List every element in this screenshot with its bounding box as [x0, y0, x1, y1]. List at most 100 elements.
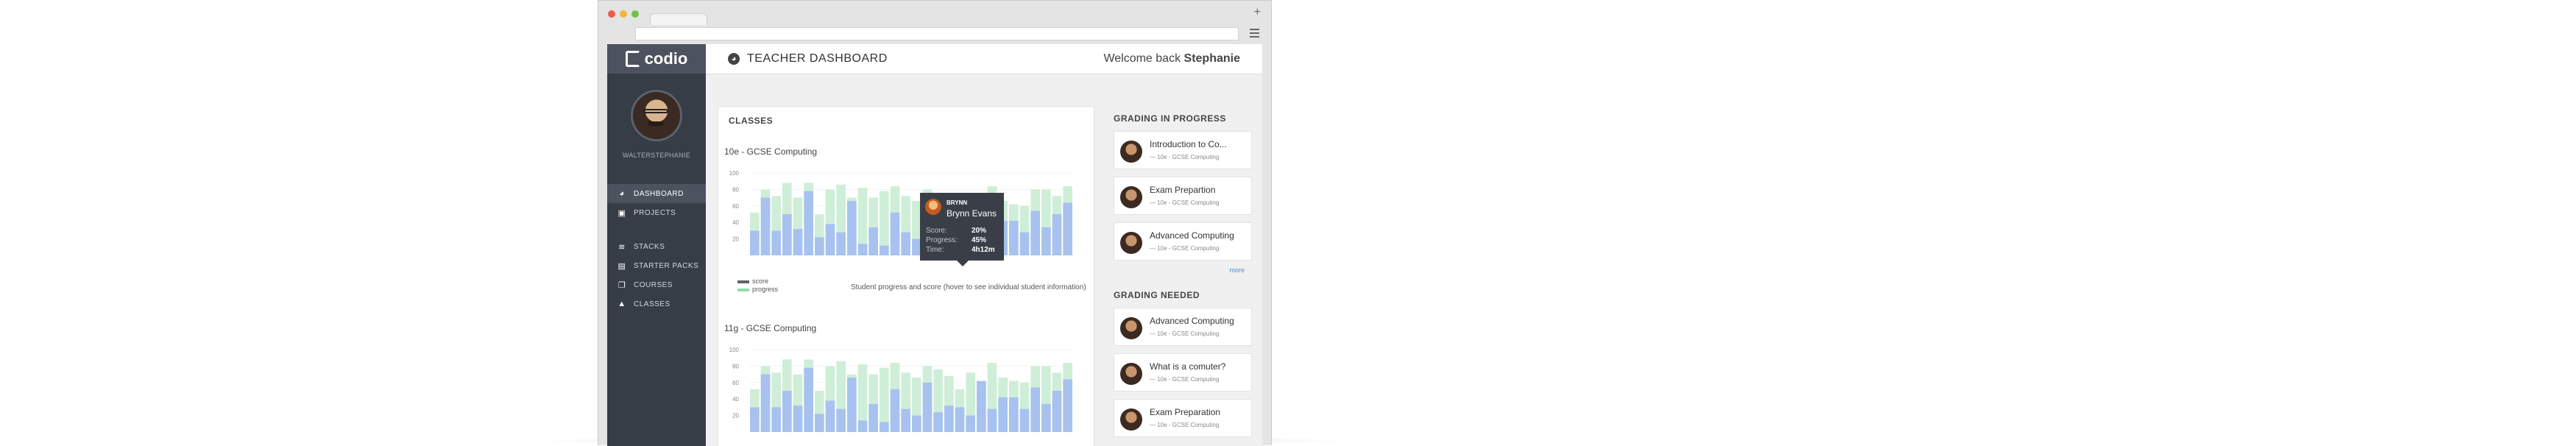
score-bar[interactable]	[901, 232, 910, 255]
score-bar[interactable]	[880, 245, 889, 255]
score-bar[interactable]	[760, 197, 771, 255]
score-bar[interactable]	[1063, 379, 1072, 432]
score-bar[interactable]	[857, 244, 868, 255]
y-tick-label: 20	[732, 413, 739, 420]
tooltip-score: 20%	[972, 227, 987, 235]
student-avatar	[1120, 408, 1142, 431]
graduation-cap-icon: ▲	[618, 300, 626, 308]
score-bar[interactable]	[966, 415, 975, 432]
student-avatar	[1120, 232, 1142, 254]
codio-logo[interactable]: codio	[607, 44, 706, 74]
y-tick-label: 40	[732, 396, 739, 403]
score-bar[interactable]	[1030, 210, 1040, 255]
score-bar[interactable]	[1052, 214, 1062, 255]
score-bar[interactable]	[912, 415, 921, 432]
score-bar[interactable]	[815, 237, 824, 255]
sidebar-item-classes[interactable]: ▲ CLASSES	[607, 294, 706, 314]
score-bar[interactable]	[750, 230, 760, 255]
grading-card[interactable]: Advanced Computing — 10e - GCSE Computin…	[1114, 222, 1252, 261]
assignment-class: — 10e - GCSE Computing	[1150, 245, 1220, 252]
score-bar[interactable]	[804, 191, 813, 255]
score-bar[interactable]	[782, 391, 792, 432]
score-bar[interactable]	[847, 201, 857, 255]
hamburger-menu-icon[interactable]	[1250, 29, 1259, 40]
grading-card[interactable]: Advanced Computing — 10e - GCSE Computin…	[1114, 308, 1252, 346]
score-bar[interactable]	[955, 407, 965, 432]
score-bar[interactable]	[793, 406, 803, 432]
sidebar-item-starter-packs[interactable]: ▤ STARTER PACKS	[607, 256, 706, 275]
grading-card[interactable]: Introduction to Co... — 10e - GCSE Compu…	[1114, 131, 1252, 169]
score-bar[interactable]	[998, 397, 1008, 432]
logo-text: codio	[644, 49, 688, 68]
score-bar[interactable]	[815, 414, 824, 432]
user-avatar[interactable]	[631, 90, 682, 141]
sidebar-item-label: CLASSES	[634, 300, 670, 308]
score-bar[interactable]	[825, 400, 835, 432]
score-bar[interactable]	[1009, 397, 1019, 432]
score-bar[interactable]	[836, 232, 846, 255]
score-bar[interactable]	[933, 412, 943, 432]
address-bar[interactable]	[635, 27, 1239, 40]
legend-swatch-score	[737, 280, 749, 283]
score-bar[interactable]	[825, 224, 835, 255]
minimize-window-dot[interactable]	[620, 10, 627, 18]
sidebar-item-stacks[interactable]: ≋ STACKS	[607, 237, 706, 256]
assignment-class: — 10e - GCSE Computing	[1150, 376, 1220, 383]
sidebar-item-courses[interactable]: ❐ COURSES	[607, 275, 706, 294]
new-tab-plus-icon[interactable]: +	[1254, 7, 1261, 18]
class-title[interactable]: 10e - GCSE Computing	[724, 146, 817, 157]
score-bar[interactable]	[944, 406, 954, 432]
more-link[interactable]: more	[1114, 266, 1245, 274]
score-bar[interactable]	[987, 408, 997, 432]
y-tick-label: 100	[729, 170, 740, 177]
score-bar[interactable]	[1063, 202, 1072, 255]
score-bar[interactable]	[890, 212, 900, 255]
chart-note: Student progress and score (hover to see…	[851, 283, 1086, 291]
grading-card[interactable]: Exam Prepartion — 10e - GCSE Computing	[1114, 177, 1252, 215]
sidebar-item-projects[interactable]: ▣ PROJECTS	[607, 203, 706, 222]
score-bar[interactable]	[880, 422, 889, 432]
score-bar[interactable]	[890, 389, 900, 432]
progress-score-chart: 100 80 60 40 20	[729, 170, 1073, 256]
maximize-window-dot[interactable]	[631, 10, 639, 18]
assignment-title: Introduction to Co...	[1150, 139, 1227, 149]
score-bar[interactable]	[868, 403, 878, 432]
score-bar[interactable]	[836, 408, 846, 432]
score-bar[interactable]	[977, 380, 986, 432]
legend-swatch-progress	[737, 288, 749, 291]
score-bar[interactable]	[1041, 403, 1051, 432]
score-bar[interactable]	[857, 420, 868, 432]
score-bar[interactable]	[901, 408, 910, 432]
browser-tab[interactable]	[650, 13, 707, 25]
tooltip-username: BRYNN	[946, 199, 968, 206]
score-bar[interactable]	[804, 367, 813, 432]
score-bar[interactable]	[771, 407, 781, 432]
score-bar[interactable]	[782, 214, 792, 255]
tooltip-progress: 45%	[972, 236, 987, 244]
y-tick-label: 100	[729, 347, 740, 353]
legend-item-progress: progress	[737, 286, 778, 294]
student-avatar	[1120, 186, 1142, 208]
score-bar[interactable]	[793, 229, 803, 255]
close-window-dot[interactable]	[608, 10, 615, 18]
student-avatar	[1120, 141, 1142, 163]
score-bar[interactable]	[922, 382, 933, 432]
score-bar[interactable]	[1009, 220, 1019, 255]
score-bar[interactable]	[771, 230, 781, 255]
class-chart: 100 80 60 40 20	[724, 170, 1085, 265]
assignment-class: — 10e - GCSE Computing	[1150, 330, 1220, 337]
sidebar-item-label: COURSES	[634, 280, 673, 289]
class-title[interactable]: 11g - GCSE Computing	[724, 323, 816, 333]
score-bar[interactable]	[847, 378, 857, 432]
score-bar[interactable]	[868, 227, 878, 255]
score-bar[interactable]	[1030, 387, 1040, 432]
score-bar[interactable]	[1041, 227, 1051, 255]
grading-card[interactable]: Exam Preparation — 10e - GCSE Computing	[1114, 399, 1252, 437]
score-bar[interactable]	[760, 374, 771, 432]
grading-card[interactable]: What is a comuter? — 10e - GCSE Computin…	[1114, 353, 1252, 392]
score-bar[interactable]	[1019, 408, 1030, 432]
sidebar-item-dashboard[interactable]: ◕ DASHBOARD	[607, 184, 706, 203]
score-bar[interactable]	[1052, 391, 1062, 432]
score-bar[interactable]	[1019, 232, 1030, 255]
score-bar[interactable]	[750, 407, 760, 432]
